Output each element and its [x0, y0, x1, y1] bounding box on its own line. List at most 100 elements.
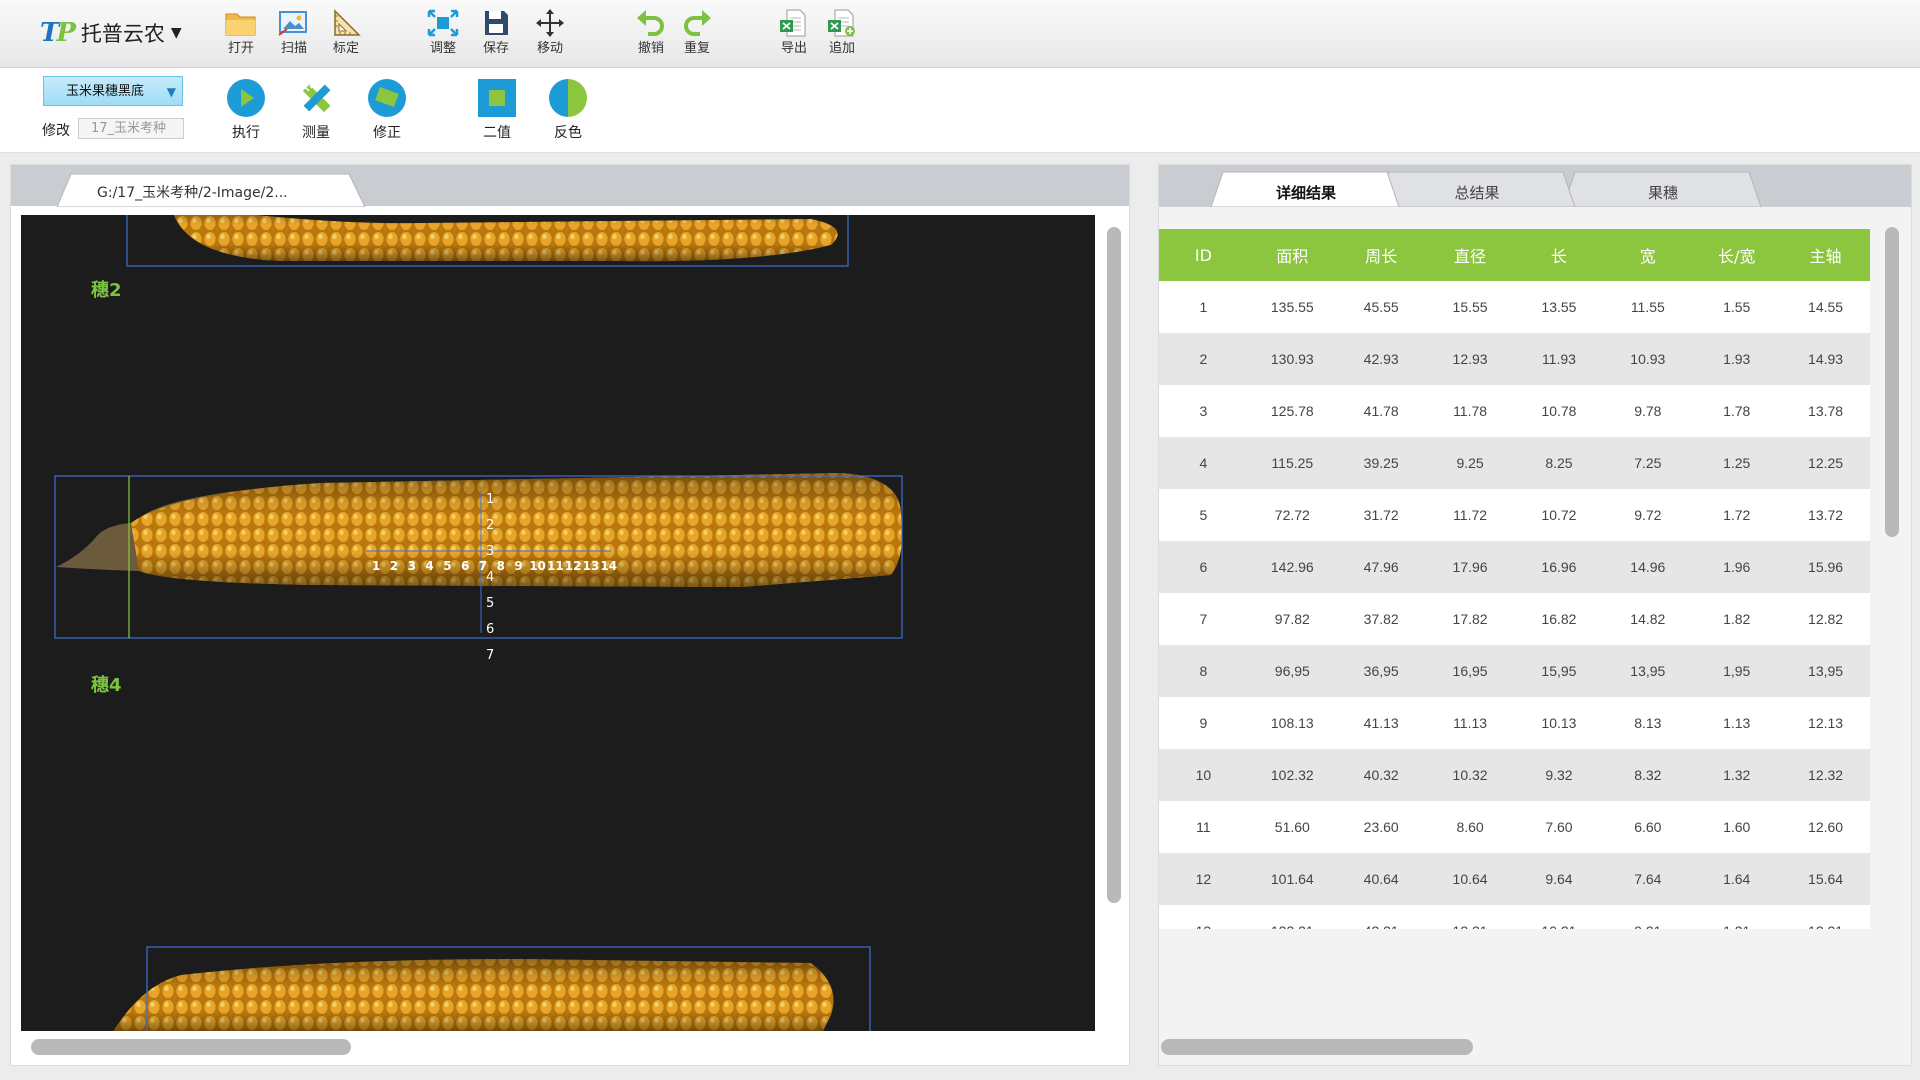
table-cell: 45.55	[1336, 281, 1426, 333]
undo-icon	[637, 10, 664, 36]
column-header[interactable]: ID	[1159, 229, 1248, 281]
table-cell: 1.32	[1692, 749, 1782, 801]
column-header[interactable]: 周长	[1336, 229, 1426, 281]
table-row[interactable]: 9 108.13 41.13 11.13 10.13 8.13 1.13 12.13	[1159, 697, 1870, 749]
column-header[interactable]: 长/宽	[1692, 229, 1782, 281]
table-cell: 108.13	[1247, 697, 1337, 749]
row-count-label: 6	[486, 622, 494, 637]
modify-field[interactable]: 17_玉米考种	[78, 118, 184, 139]
column-header[interactable]: 直径	[1425, 229, 1515, 281]
table-cell: 37.82	[1336, 593, 1426, 645]
open-button[interactable]: 打开	[214, 8, 268, 62]
table-cell: 8.13	[1603, 697, 1693, 749]
table-cell: 14.82	[1603, 593, 1693, 645]
column-header[interactable]: 长	[1514, 229, 1604, 281]
calibrate-button[interactable]: 标定	[319, 8, 373, 62]
redo-button[interactable]: 重复	[670, 8, 724, 62]
table-cell: 125.78	[1247, 385, 1337, 437]
table-cell: 40.32	[1336, 749, 1426, 801]
floppy-disk-icon	[485, 11, 508, 35]
correct-button[interactable]: 修正	[357, 78, 417, 142]
export-button[interactable]: 导出	[767, 8, 821, 62]
table-empty-area	[1159, 929, 1870, 1033]
image-panel: G:/17_玉米考种/2-Image/2... 穗2 1 2 3 4 5 6 7…	[10, 164, 1130, 1066]
table-cell: 15.55	[1425, 281, 1515, 333]
table-cell: 4	[1159, 437, 1248, 489]
corn-ear-2[interactable]	[54, 473, 903, 639]
corn-ear-1[interactable]	[126, 215, 849, 267]
column-header[interactable]: 面积	[1247, 229, 1337, 281]
table-row[interactable]: 1 135.55 45.55 15.55 13.55 11.55 1.55 14.55	[1159, 281, 1870, 333]
app-menu[interactable]: TP 托普云农 ▼	[40, 18, 182, 48]
table-row[interactable]: 10 102.32 40.32 10.32 9.32 8.32 1.32 12.32	[1159, 749, 1870, 801]
image-canvas[interactable]: 穗2 1 2 3 4 5 6 7 8 9 10 11 12 13 14 1234567 穗4	[21, 215, 1095, 1031]
row-count-label: 2	[390, 559, 398, 573]
table-row[interactable]: 11 51.60 23.60 8.60 7.60 6.60 1.60 12.60	[1159, 801, 1870, 853]
table-row[interactable]: 12 101.64 40.64 10.64 9.64 7.64 1.64 15.64	[1159, 853, 1870, 905]
table-row[interactable]: 5 72.72 31.72 11.72 10.72 9.72 1.72 13.72	[1159, 489, 1870, 541]
row-count-label: 12	[565, 559, 582, 573]
tab-ear[interactable]: 果穗	[1563, 171, 1763, 207]
table-cell: 41.13	[1336, 697, 1426, 749]
row-count-label: 13	[583, 559, 600, 573]
table-cell: 9.72	[1603, 489, 1693, 541]
corn-ear-3[interactable]	[111, 946, 871, 1031]
append-button[interactable]: 追加	[815, 8, 869, 62]
table-cell: 1.72	[1692, 489, 1782, 541]
execute-button[interactable]: 执行	[216, 78, 276, 142]
table-cell: 12	[1159, 853, 1248, 905]
measure-button[interactable]: 测量	[286, 78, 346, 142]
table-row[interactable]: 2 130.93 42.93 12.93 11.93 10.93 1.93 14.93	[1159, 333, 1870, 385]
app-name: 托普云农	[80, 22, 165, 46]
adjust-button[interactable]: 调整	[416, 8, 470, 62]
table-row[interactable]: 3 125.78 41.78 11.78 10.78 9.78 1.78 13.78	[1159, 385, 1870, 437]
row-count-label: 9	[514, 559, 522, 573]
vertical-scroll-thumb[interactable]	[1885, 227, 1899, 537]
row-count-label: 6	[461, 559, 469, 573]
table-cell: 97.82	[1247, 593, 1337, 645]
table-cell: 9.78	[1603, 385, 1693, 437]
column-header[interactable]: 主轴	[1781, 229, 1870, 281]
table-cell: 1.82	[1692, 593, 1782, 645]
column-header[interactable]: 宽	[1603, 229, 1693, 281]
table-row[interactable]: 7 97.82 37.82 17.82 16.82 14.82 1.82 12.82	[1159, 593, 1870, 645]
document-tab[interactable]: G:/17_玉米考种/2-Image/2...	[57, 173, 367, 207]
table-cell: 12.32	[1781, 749, 1870, 801]
row-count-label: 14	[600, 559, 617, 573]
table-cell: 13,95	[1781, 645, 1870, 697]
invert-button[interactable]: 反色	[538, 78, 598, 142]
table-cell: 36,95	[1336, 645, 1426, 697]
save-button[interactable]: 保存	[469, 8, 523, 62]
row-count-label: 5	[443, 559, 451, 573]
table-cell: 6	[1159, 541, 1248, 593]
table-cell: 8.25	[1514, 437, 1604, 489]
table-row[interactable]: 8 96,95 36,95 16,95 15,95 13,95 1,95 13,95	[1159, 645, 1870, 697]
row-count-label: 1	[372, 559, 380, 573]
table-cell: 11.72	[1425, 489, 1515, 541]
binary-button[interactable]: 二值	[467, 78, 527, 142]
table-cell: 51.60	[1247, 801, 1337, 853]
table-cell: 15,95	[1514, 645, 1604, 697]
table-row[interactable]: 6 142.96 47.96 17.96 16.96 14.96 1.96 15.96	[1159, 541, 1870, 593]
vertical-scroll-thumb[interactable]	[1107, 227, 1121, 903]
scan-icon	[278, 11, 307, 36]
horizontal-scroll-thumb[interactable]	[31, 1039, 351, 1055]
table-cell: 41.78	[1336, 385, 1426, 437]
scan-button[interactable]: 扫描	[267, 8, 321, 62]
results-panel: 果穗 总结果 详细结果 ID 面积 周长 直径长宽长/宽 主轴 1 135.55 45.55…	[1158, 164, 1912, 1066]
table-row[interactable]: 4 115.25 39.25 9.25 8.25 7.25 1.25 12.25	[1159, 437, 1870, 489]
horizontal-scroll-thumb[interactable]	[1161, 1039, 1473, 1055]
move-button[interactable]: 移动	[523, 8, 577, 62]
table-cell: 1.78	[1692, 385, 1782, 437]
table-body: 1 135.55 45.55 15.55 13.55 11.55 1.55 14.55 2 130…	[1159, 281, 1870, 957]
table-cell: 40.64	[1336, 853, 1426, 905]
document-tab-title: G:/17_玉米考种/2-Image/2...	[97, 185, 288, 201]
mode-dropdown[interactable]: 玉米果穗黑底 ▼	[43, 76, 183, 106]
vertical-scrollbar[interactable]	[1107, 227, 1121, 927]
tab-summary[interactable]: 总结果	[1377, 171, 1577, 207]
row-count-label: 1	[486, 492, 494, 507]
ruler-triangle-icon	[334, 9, 361, 36]
table-cell: 12.13	[1781, 697, 1870, 749]
table-cell: 115.25	[1247, 437, 1337, 489]
tab-detail[interactable]: 详细结果	[1211, 171, 1401, 207]
